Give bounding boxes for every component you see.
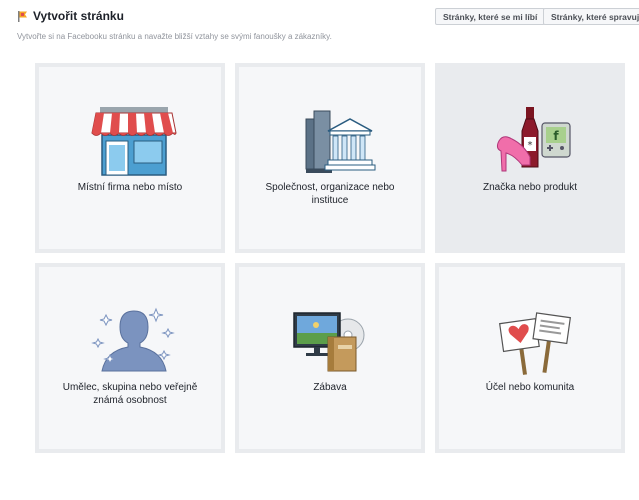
- entertainment-icon: [293, 312, 365, 372]
- category-tile-artist[interactable]: Umělec, skupina nebo veřejně známá osobn…: [35, 263, 225, 453]
- liked-pages-button[interactable]: Stránky, které se mi líbí: [435, 8, 546, 25]
- managed-pages-button[interactable]: Stránky, které spravuji: [543, 8, 639, 25]
- category-label: Společnost, organizace nebo instituce: [265, 182, 395, 206]
- category-tile-company[interactable]: Společnost, organizace nebo instituce: [235, 63, 425, 253]
- category-tile-local-business[interactable]: Místní firma nebo místo: [35, 63, 225, 253]
- page-header: Vytvořit stránku Vytvořte si na Facebook…: [0, 0, 639, 48]
- svg-text:f: f: [553, 129, 559, 143]
- category-tile-cause[interactable]: Účel nebo komunita: [435, 263, 625, 453]
- flag-icon: [18, 11, 27, 22]
- category-label: Umělec, skupina nebo veřejně známá osobn…: [62, 382, 198, 406]
- svg-text:*: *: [528, 140, 533, 151]
- category-tile-brand[interactable]: * f Značka nebo produkt: [435, 63, 625, 253]
- category-label: Zábava: [313, 382, 347, 393]
- title-row: Vytvořit stránku: [17, 9, 124, 23]
- artist-silhouette-icon: [91, 307, 175, 372]
- company-building-icon: [305, 110, 376, 173]
- category-label: Účel nebo komunita: [485, 382, 575, 393]
- cause-signs-icon: [498, 312, 572, 375]
- page-subtitle: Vytvořte si na Facebooku stránku a navaž…: [17, 32, 332, 41]
- storefront-icon: [91, 107, 177, 176]
- brand-product-icon: * f: [496, 107, 571, 172]
- page-title: Vytvořit stránku: [33, 9, 124, 23]
- category-label: Značka nebo produkt: [483, 182, 577, 193]
- category-label: Místní firma nebo místo: [77, 182, 183, 193]
- category-tile-entertainment[interactable]: Zábava: [235, 263, 425, 453]
